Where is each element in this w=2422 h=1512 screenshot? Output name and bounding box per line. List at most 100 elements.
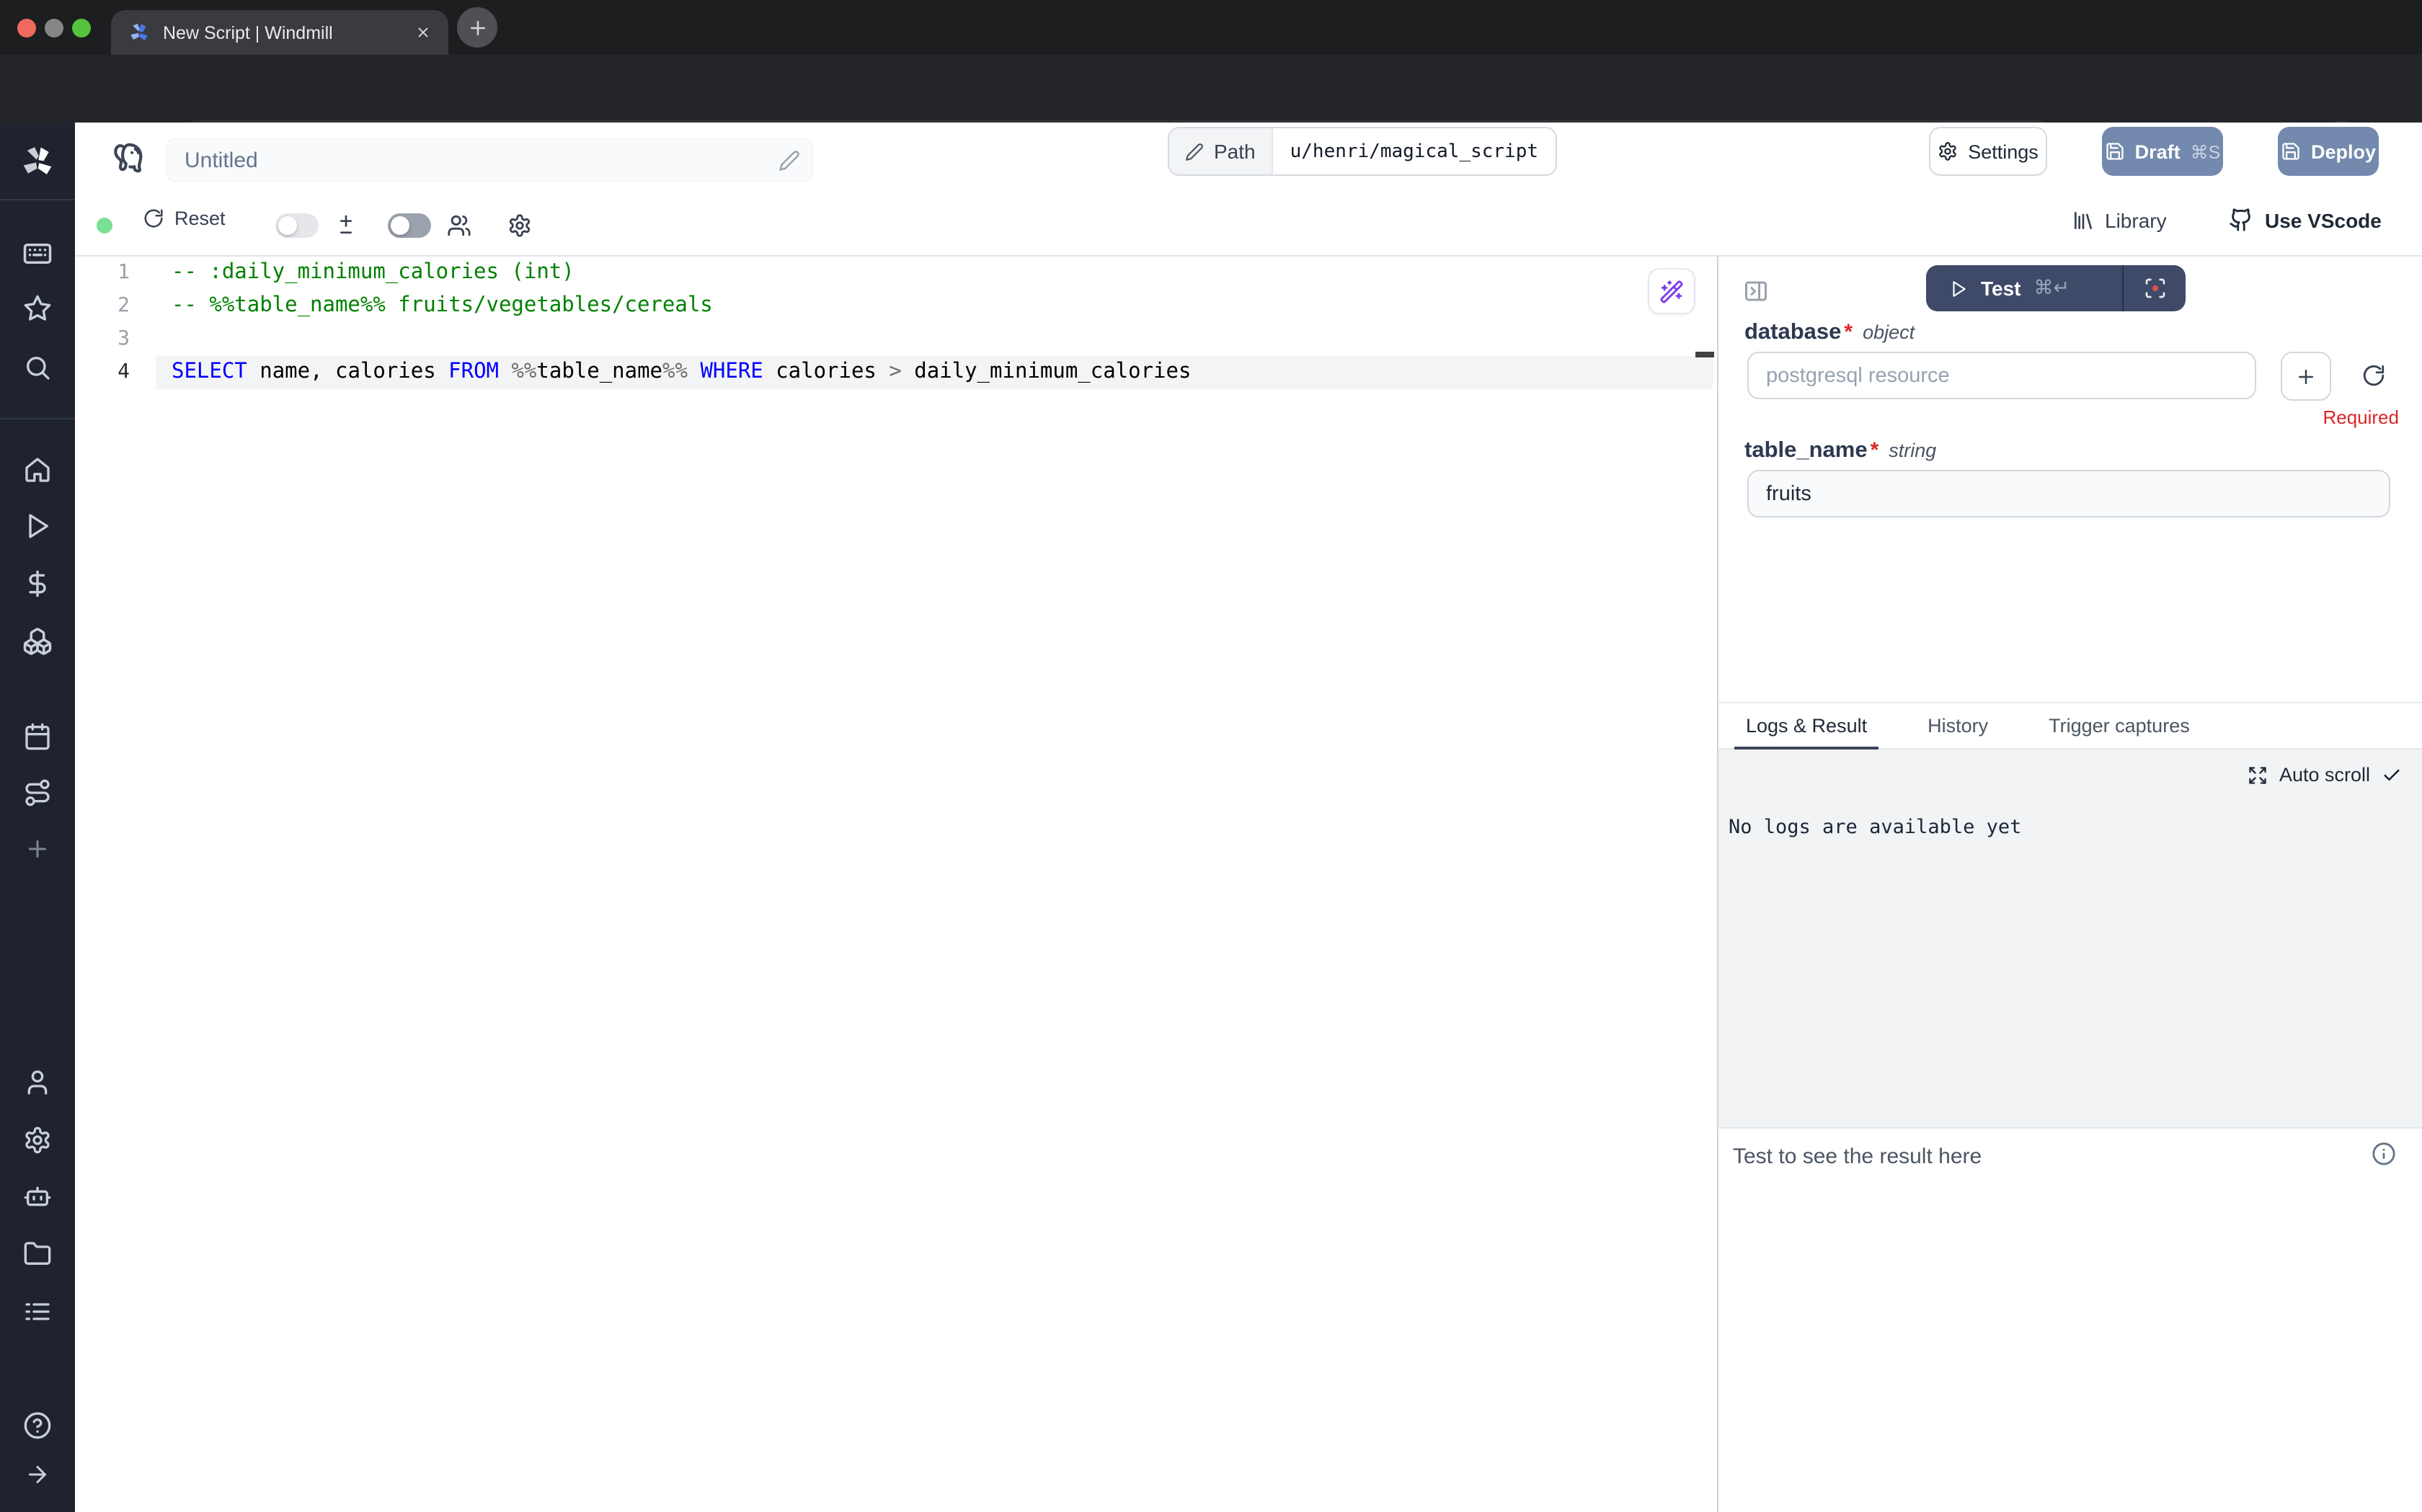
- user-icon: [23, 1068, 52, 1097]
- code-line-4: SELECT name, calories FROM %%table_name%…: [172, 356, 1191, 389]
- gear-icon: [1938, 141, 1958, 161]
- add-resource-button[interactable]: [2281, 352, 2331, 401]
- diff-icon[interactable]: [334, 213, 358, 236]
- wand-sparkles-icon: [1659, 279, 1684, 303]
- code-editor[interactable]: 1 2 3 4 -- :daily_minimum_calories (int)…: [75, 257, 1717, 1512]
- browser-chrome: New Script | Windmill app.windmill.dev/s…: [0, 0, 2422, 123]
- sidebar-item-resources[interactable]: [22, 626, 53, 657]
- arrow-right-icon: [25, 1462, 50, 1487]
- sidebar-item-schedules[interactable]: [23, 722, 52, 751]
- info-icon[interactable]: [2372, 1142, 2396, 1166]
- reset-button[interactable]: Reset: [143, 208, 226, 229]
- window-zoom-button[interactable]: [72, 19, 91, 37]
- plus-icon: [466, 17, 488, 38]
- window-close-button[interactable]: [17, 19, 36, 37]
- editor-toolbar: Reset Library Use VScode: [75, 195, 2422, 257]
- draft-label: Draft: [2135, 141, 2181, 162]
- sidebar-item-favorites[interactable]: [23, 294, 52, 323]
- draft-button[interactable]: Draft ⌘S: [2102, 127, 2223, 176]
- refresh-resources-icon[interactable]: [2361, 363, 2386, 388]
- ai-assistant-button[interactable]: [1648, 268, 1695, 314]
- sidebar-item-variables[interactable]: [23, 569, 52, 598]
- boxes-icon: [22, 626, 53, 657]
- test-shortcut: ⌘↵: [2034, 277, 2070, 300]
- calendar-icon: [23, 722, 52, 751]
- path-value: u/henri/magical_script: [1273, 128, 1556, 174]
- reset-label: Reset: [174, 208, 226, 229]
- new-tab-button[interactable]: [457, 7, 497, 48]
- no-logs-message: No logs are available yet: [1729, 816, 2021, 839]
- edit-pencil-icon[interactable]: [778, 150, 800, 172]
- path-field[interactable]: Path u/henri/magical_script: [1168, 127, 1557, 176]
- path-label: Path: [1214, 140, 1256, 163]
- expand-icon[interactable]: [2248, 765, 2268, 785]
- multiplayer-toggle[interactable]: [388, 213, 431, 238]
- saved-status-dot: [97, 218, 112, 234]
- capture-run-button[interactable]: [2124, 265, 2186, 311]
- play-icon: [23, 512, 52, 541]
- sidebar-item-apps[interactable]: [22, 239, 53, 269]
- line-number: 1: [75, 257, 130, 290]
- tab-trigger-captures[interactable]: Trigger captures: [2037, 703, 2201, 748]
- script-title-input[interactable]: [166, 138, 813, 182]
- auto-scroll-control[interactable]: Auto scroll: [2248, 764, 2402, 786]
- tab-close-icon[interactable]: [415, 25, 431, 40]
- database-field-label: database* object: [1744, 320, 1915, 346]
- logs-pane: Auto scroll No logs are available yet: [1718, 750, 2422, 1127]
- sidebar-item-runs[interactable]: [23, 512, 52, 541]
- postgresql-icon: [110, 141, 146, 177]
- sidebar-item-user[interactable]: [23, 1068, 52, 1097]
- folder-icon: [23, 1240, 52, 1268]
- sidebar-item-audit-logs[interactable]: [23, 1297, 52, 1326]
- editor-settings-gear-icon[interactable]: [507, 213, 532, 238]
- test-button[interactable]: Test ⌘↵: [1926, 265, 2122, 311]
- reload-icon: [143, 208, 164, 229]
- play-icon: [1949, 279, 1968, 298]
- diff-toggle[interactable]: [275, 213, 319, 238]
- capture-icon: [2143, 277, 2166, 300]
- settings-button[interactable]: Settings: [1929, 127, 2047, 176]
- sidebar-item-add[interactable]: [25, 836, 50, 862]
- test-label: Test: [1981, 277, 2021, 300]
- tab-history[interactable]: History: [1916, 703, 2000, 748]
- collapse-panel-icon[interactable]: [1743, 278, 1769, 304]
- sidebar-divider: [0, 418, 75, 419]
- tab-logs-result[interactable]: Logs & Result: [1734, 703, 1878, 751]
- result-placeholder: Test to see the result here: [1733, 1144, 1982, 1169]
- sidebar-expand[interactable]: [25, 1462, 50, 1487]
- table-name-field-label: table_name* string: [1744, 438, 1936, 464]
- use-vscode-button[interactable]: Use VScode: [2229, 208, 2382, 232]
- deploy-button[interactable]: Deploy: [2278, 127, 2379, 176]
- table-name-input[interactable]: [1747, 470, 2390, 517]
- window-minimize-button[interactable]: [45, 19, 63, 37]
- tab-strip: New Script | Windmill: [0, 0, 2422, 55]
- sidebar-item-home[interactable]: [23, 455, 52, 484]
- search-icon: [23, 353, 52, 382]
- deploy-label: Deploy: [2311, 141, 2376, 162]
- bot-icon: [23, 1182, 52, 1211]
- library-label: Library: [2105, 209, 2167, 232]
- browser-tab[interactable]: New Script | Windmill: [111, 10, 448, 55]
- users-icon[interactable]: [447, 213, 471, 238]
- star-icon: [23, 294, 52, 323]
- library-button[interactable]: Library: [2072, 209, 2167, 232]
- windmill-logo[interactable]: [21, 145, 54, 178]
- line-number-active: 4: [75, 356, 130, 389]
- app-sidebar: [0, 123, 75, 1512]
- database-resource-input[interactable]: [1747, 352, 2256, 399]
- windmill-favicon: [128, 22, 150, 43]
- sidebar-item-search[interactable]: [23, 353, 52, 382]
- vscode-label: Use VScode: [2265, 208, 2382, 231]
- tab-title: New Script | Windmill: [163, 22, 402, 43]
- sidebar-item-settings[interactable]: [23, 1126, 52, 1155]
- save-icon: [2105, 141, 2125, 161]
- sidebar-item-workers[interactable]: [23, 1182, 52, 1211]
- settings-label: Settings: [1968, 141, 2039, 162]
- route-icon: [23, 778, 52, 807]
- sidebar-item-folders[interactable]: [23, 1240, 52, 1268]
- sidebar-item-help[interactable]: [23, 1411, 52, 1440]
- run-panel: Test ⌘↵ database* object Required table_…: [1718, 257, 2422, 1512]
- pencil-icon: [1185, 142, 1204, 161]
- sidebar-item-flows[interactable]: [23, 778, 52, 807]
- url-toolbar: app.windmill.dev/scripts/add#JTdCJTIyaGF…: [0, 55, 2422, 123]
